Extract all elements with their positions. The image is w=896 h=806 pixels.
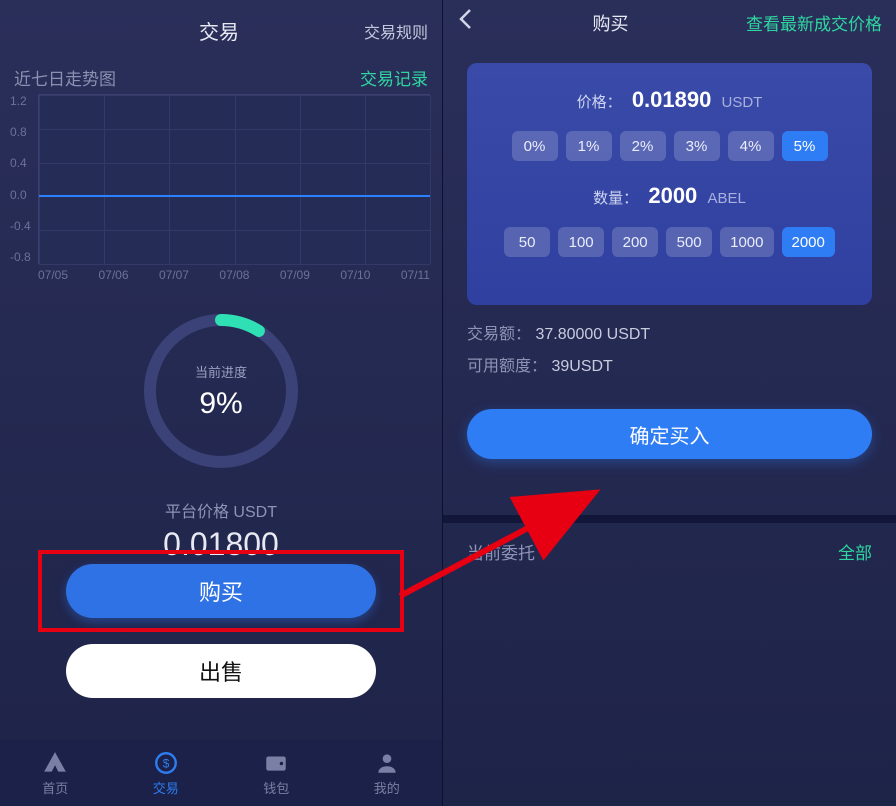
pct-chip-3[interactable]: 3% [674,131,720,161]
trade-log-link[interactable]: 交易记录 [360,65,428,90]
confirm-buy-button[interactable]: 确定买入 [467,409,872,459]
trade-screen: 交易 交易规则 近七日走势图 交易记录 1.2 0.8 0.4 0.0 -0.4… [0,0,443,806]
qty-chip-500[interactable]: 500 [666,227,712,257]
buy-form-card: 价格： 0.01890 USDT 0% 1% 2% 3% 4% 5% 数量： 2… [467,63,872,305]
summary: 交易额： 37.80000 USDT 可用额度： 39USDT [467,319,872,383]
available-value: 39USDT [551,358,612,375]
progress-ring: 当前进度 9% [144,314,298,468]
tab-wallet[interactable]: 钱包 [221,740,332,806]
xtick: 07/06 [98,268,128,282]
qty-label: 数量： [593,190,638,207]
sell-button[interactable]: 出售 [66,644,376,698]
page-title: 交易 [74,16,364,45]
trade-rules-link[interactable]: 交易规则 [364,19,428,43]
plot-area [38,94,430,264]
qty-unit: ABEL [707,190,745,207]
price-value: 0.01890 [632,87,712,112]
orders-header: 当前委托 全部 [443,523,896,580]
left-header: 交易 交易规则 [0,0,442,55]
progress-percent: 9% [199,387,242,421]
back-button[interactable] [457,8,475,37]
bottom-tabbar: 首页 $ 交易 钱包 我的 [0,740,442,806]
qty-chip-1000[interactable]: 1000 [720,227,773,257]
buy-button-highlight: 购买 [38,550,404,632]
trade-icon: $ [153,750,179,776]
tab-label: 首页 [42,778,68,797]
xtick: 07/08 [219,268,249,282]
trend-chart: 1.2 0.8 0.4 0.0 -0.4 -0.8 07/05 07/06 [0,94,442,290]
xtick: 07/11 [401,268,430,282]
ytick: -0.4 [10,219,31,233]
progress-label: 当前进度 [195,362,247,381]
pct-chip-5[interactable]: 5% [782,131,828,161]
orders-label: 当前委托 [467,539,535,564]
qty-chip-50[interactable]: 50 [504,227,550,257]
orders-all-link[interactable]: 全部 [838,539,872,564]
ytick: 1.2 [10,94,31,108]
amount-label: 交易额： [467,326,531,343]
tab-home[interactable]: 首页 [0,740,111,806]
qty-chip-200[interactable]: 200 [612,227,658,257]
xtick: 07/09 [280,268,310,282]
qty-chip-2000[interactable]: 2000 [782,227,835,257]
chart-header: 近七日走势图 交易记录 [0,55,442,94]
tab-profile[interactable]: 我的 [332,740,443,806]
amount-value: 37.80000 USDT [535,326,650,343]
progress-section: 当前进度 9% 平台价格 USDT 0.01800 [0,314,442,563]
available-label: 可用额度： [467,358,547,375]
tab-label: 交易 [153,778,179,797]
data-line [39,195,430,197]
percent-chips: 0% 1% 2% 3% 4% 5% [485,131,854,161]
ytick: 0.4 [10,156,31,170]
tab-label: 我的 [374,778,400,797]
ytick: 0.0 [10,188,31,202]
price-unit: USDT [722,94,763,111]
qty-chip-100[interactable]: 100 [558,227,604,257]
price-row: 价格： 0.01890 USDT [485,87,854,113]
pct-chip-4[interactable]: 4% [728,131,774,161]
trend-label: 近七日走势图 [14,65,116,90]
qty-value: 2000 [648,183,697,208]
section-divider [443,515,896,523]
ytick: -0.8 [10,250,31,264]
qty-row: 数量： 2000 ABEL [485,183,854,209]
price-label: 价格： [577,94,622,111]
wallet-icon [263,750,289,776]
xtick: 07/10 [340,268,370,282]
profile-icon [374,750,400,776]
chevron-left-icon [457,8,475,30]
buy-screen: 购买 查看最新成交价格 价格： 0.01890 USDT 0% 1% 2% 3%… [443,0,896,806]
pct-chip-0[interactable]: 0% [512,131,558,161]
xtick: 07/07 [159,268,189,282]
tab-trade[interactable]: $ 交易 [111,740,222,806]
ytick: 0.8 [10,125,31,139]
svg-text:$: $ [162,756,169,770]
y-axis: 1.2 0.8 0.4 0.0 -0.4 -0.8 [10,94,31,264]
buy-button[interactable]: 购买 [66,564,376,618]
pct-chip-1[interactable]: 1% [566,131,612,161]
buy-title: 购买 [593,10,629,36]
tab-label: 钱包 [263,778,289,797]
x-axis: 07/05 07/06 07/07 07/08 07/09 07/10 07/1… [38,264,430,282]
platform-price-label: 平台价格 USDT [165,498,277,522]
right-header: 购买 查看最新成交价格 [443,0,896,49]
latest-price-link[interactable]: 查看最新成交价格 [746,10,882,35]
xtick: 07/05 [38,268,68,282]
pct-chip-2[interactable]: 2% [620,131,666,161]
qty-chips: 50 100 200 500 1000 2000 [485,227,854,257]
home-icon [42,750,68,776]
